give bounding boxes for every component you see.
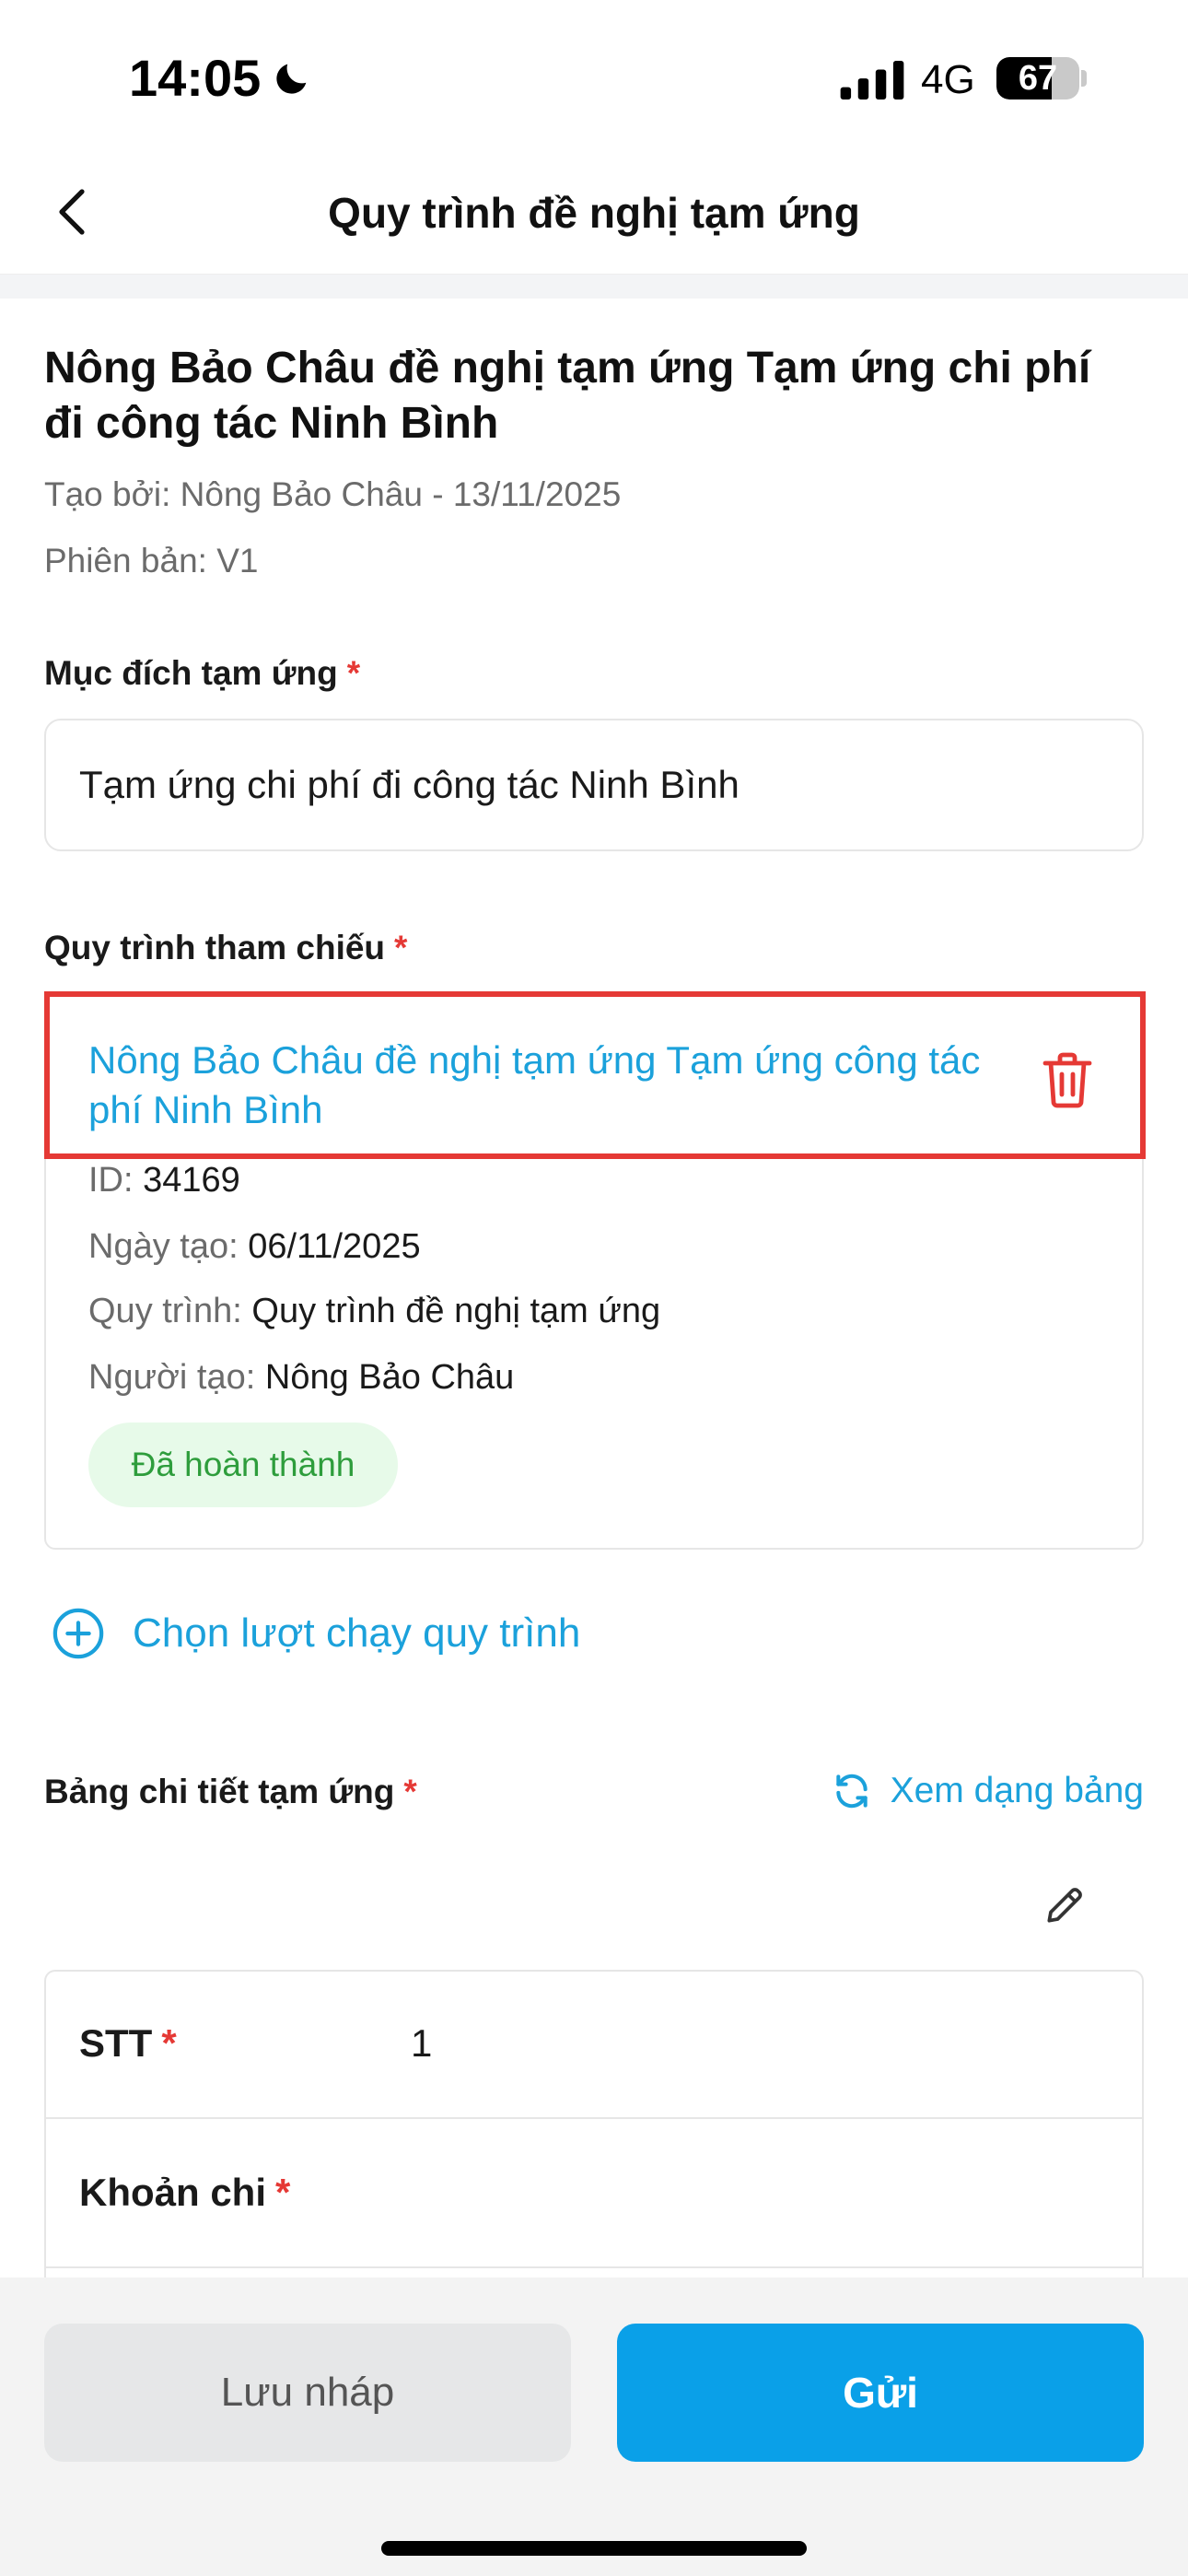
add-run-button[interactable]: Chọn lượt chạy quy trình xyxy=(52,1607,580,1660)
required-marker: * xyxy=(161,2021,177,2065)
table-row[interactable]: Khoản chi * xyxy=(46,2121,1142,2268)
row-value: 1 xyxy=(411,2021,433,2065)
required-marker: * xyxy=(403,1773,417,1810)
reference-label-text: Quy trình tham chiếu xyxy=(44,929,386,966)
reference-creator-value: Nông Bảo Châu xyxy=(264,1358,515,1397)
reference-label: Quy trình tham chiếu * xyxy=(44,929,407,967)
required-marker: * xyxy=(275,2171,291,2214)
trash-icon xyxy=(1042,1052,1092,1108)
delete-reference-button[interactable] xyxy=(1037,1045,1098,1115)
reference-process: Quy trình: Quy trình đề nghị tạm ứng xyxy=(88,1292,660,1331)
row-key: Khoản chi * xyxy=(79,2171,290,2215)
row-key: STT * xyxy=(79,2021,177,2066)
network-label: 4G xyxy=(921,57,975,102)
reference-process-key: Quy trình: xyxy=(88,1292,242,1330)
view-table-label: Xem dạng bảng xyxy=(890,1771,1144,1810)
reference-id-key: ID: xyxy=(88,1161,134,1200)
page-title: Quy trình đề nghị tạm ứng xyxy=(328,189,860,237)
reference-date: Ngày tạo: 06/11/2025 xyxy=(88,1227,421,1267)
section-divider xyxy=(0,275,1188,299)
reference-creator: Người tạo: Nông Bảo Châu xyxy=(88,1358,514,1398)
reference-creator-key: Người tạo: xyxy=(88,1358,256,1397)
status-badge: Đã hoàn thành xyxy=(88,1423,398,1507)
nav-bar: Quy trình đề nghị tạm ứng xyxy=(0,157,1188,275)
edit-button[interactable] xyxy=(1037,1878,1092,1933)
signal-icon xyxy=(840,61,904,100)
reference-date-value: 06/11/2025 xyxy=(248,1227,421,1266)
moon-icon xyxy=(276,64,307,94)
send-button[interactable]: Gửi xyxy=(617,2324,1144,2462)
plus-circle-icon xyxy=(52,1608,104,1659)
battery-icon: 67 xyxy=(996,57,1079,100)
status-bar: 14:05 4G 67 xyxy=(0,0,1188,157)
purpose-input[interactable]: Tạm ứng chi phí đi công tác Ninh Bình xyxy=(44,719,1144,851)
request-title: Nông Bảo Châu đề nghị tạm ứng Tạm ứng ch… xyxy=(44,344,1091,448)
battery-tip xyxy=(1081,70,1087,87)
battery-percent: 67 xyxy=(1018,58,1058,98)
row-key-text: STT xyxy=(79,2021,153,2065)
required-marker: * xyxy=(346,654,361,692)
created-by: Tạo bởi: Nông Bảo Châu - 13/11/2025 xyxy=(44,475,622,513)
reference-process-value: Quy trình đề nghị tạm ứng xyxy=(251,1292,661,1330)
add-run-label: Chọn lượt chạy quy trình xyxy=(133,1610,581,1656)
status-time: 14:05 xyxy=(129,49,262,107)
table-row[interactable]: STT * 1 xyxy=(46,1972,1142,2119)
version-label: Phiên bản: V1 xyxy=(44,542,259,580)
purpose-label: Mục đích tạm ứng * xyxy=(44,654,360,693)
row-key-text: Khoản chi xyxy=(79,2171,267,2214)
pencil-icon xyxy=(1047,1888,1082,1923)
reference-title[interactable]: Nông Bảo Châu đề nghị tạm ứng Tạm ứng cô… xyxy=(88,1036,991,1135)
detail-label: Bảng chi tiết tạm ứng * xyxy=(44,1773,417,1811)
save-draft-button[interactable]: Lưu nháp xyxy=(44,2324,571,2462)
required-marker: * xyxy=(394,929,408,966)
purpose-label-text: Mục đích tạm ứng xyxy=(44,654,338,692)
refresh-icon xyxy=(835,1774,868,1809)
detail-label-text: Bảng chi tiết tạm ứng xyxy=(44,1773,395,1810)
home-indicator xyxy=(381,2541,807,2556)
reference-date-key: Ngày tạo: xyxy=(88,1227,239,1266)
reference-id-value: 34169 xyxy=(143,1161,240,1200)
bottom-action-bar: Lưu nháp Gửi xyxy=(0,2277,1188,2576)
reference-id: ID: 34169 xyxy=(88,1161,240,1200)
view-table-button[interactable]: Xem dạng bảng xyxy=(832,1771,1144,1811)
